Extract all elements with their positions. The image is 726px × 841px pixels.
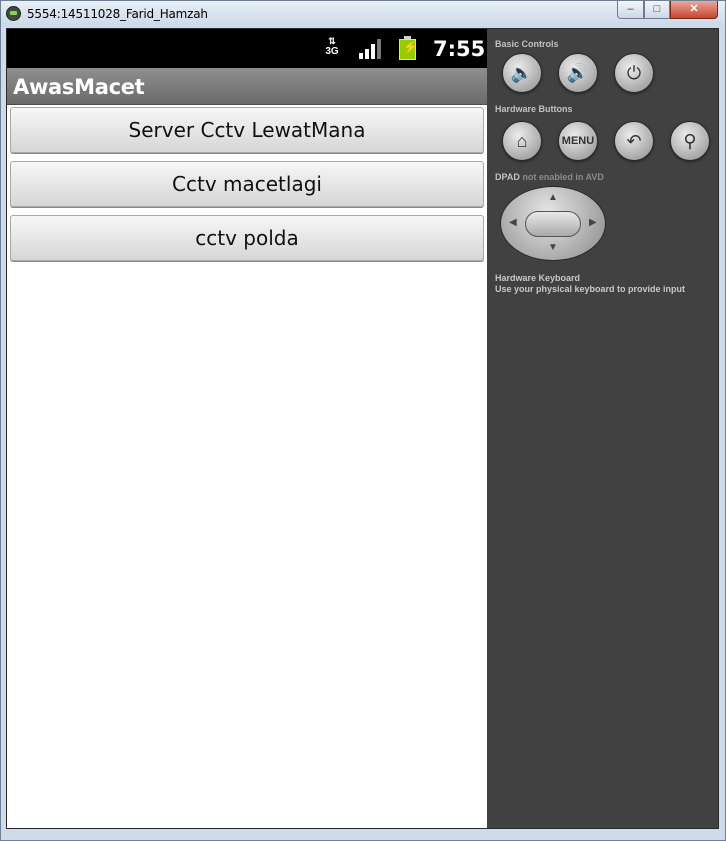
home-icon[interactable]: ⌂ (502, 121, 542, 161)
title-bar[interactable]: 5554:14511028_Farid_Hamzah – □ ✕ (1, 1, 725, 27)
hardware-keyboard-note: Use your physical keyboard to provide in… (495, 284, 686, 294)
dpad-right-icon[interactable]: ▶ (589, 217, 597, 228)
cctv-polda-button[interactable]: cctv polda (10, 215, 484, 261)
hardware-keyboard-heading: Hardware Keyboard (495, 273, 581, 283)
search-icon[interactable]: ⚲ (670, 121, 710, 161)
menu-icon[interactable]: MENU (558, 121, 598, 161)
maximize-button[interactable]: □ (644, 1, 670, 19)
back-icon[interactable]: ↶ (614, 121, 654, 161)
app-title-bar: AwasMacet (7, 68, 487, 105)
dpad-up-icon[interactable]: ▲ (548, 192, 558, 203)
dpad-left-icon[interactable]: ◀ (509, 217, 517, 228)
dpad-down-icon[interactable]: ▼ (548, 242, 558, 253)
battery-charging-icon: ⚡ (399, 36, 418, 60)
status-clock: 7:55 (433, 37, 486, 61)
emulator-window: 5554:14511028_Farid_Hamzah – □ ✕ ⇅ 3G ⚡ … (0, 0, 726, 841)
dpad-note: not enabled in AVD (522, 172, 604, 182)
android-emulator-icon (6, 6, 21, 21)
window-title: 5554:14511028_Farid_Hamzah (27, 7, 208, 21)
dpad-control[interactable]: ▲ ▼ ◀ ▶ (500, 186, 606, 261)
dpad-label: DPAD (495, 172, 520, 182)
dpad-heading: DPAD not enabled in AVD (495, 172, 604, 182)
server-cctv-lewatmana-button[interactable]: Server Cctv LewatMana (10, 107, 484, 153)
dpad-center-button[interactable] (525, 211, 581, 237)
device-screen: ⇅ 3G ⚡ 7:55 AwasMacet Server Cctv LewatM… (7, 29, 487, 828)
volume-up-icon[interactable]: 🔊 (558, 53, 598, 93)
close-button[interactable]: ✕ (670, 1, 718, 19)
emulator-controls-panel: Basic Controls 🔈 🔊 ⏻ Hardware Buttons ⌂ … (487, 29, 718, 828)
emulator-body: ⇅ 3G ⚡ 7:55 AwasMacet Server Cctv LewatM… (6, 28, 719, 829)
status-bar: ⇅ 3G ⚡ 7:55 (7, 29, 487, 68)
basic-controls-heading: Basic Controls (495, 39, 559, 49)
cctv-macetlagi-button[interactable]: Cctv macetlagi (10, 161, 484, 207)
app-title: AwasMacet (13, 75, 145, 99)
network-3g-icon: ⇅ 3G (322, 37, 342, 61)
volume-down-icon[interactable]: 🔈 (502, 53, 542, 93)
cctv-button-list: Server Cctv LewatMana Cctv macetlagi cct… (10, 107, 484, 269)
network-type-label: 3G (325, 46, 339, 57)
hardware-buttons-heading: Hardware Buttons (495, 104, 573, 114)
signal-strength-icon (359, 39, 381, 59)
minimize-button[interactable]: – (617, 1, 644, 19)
power-icon[interactable]: ⏻ (614, 53, 654, 93)
